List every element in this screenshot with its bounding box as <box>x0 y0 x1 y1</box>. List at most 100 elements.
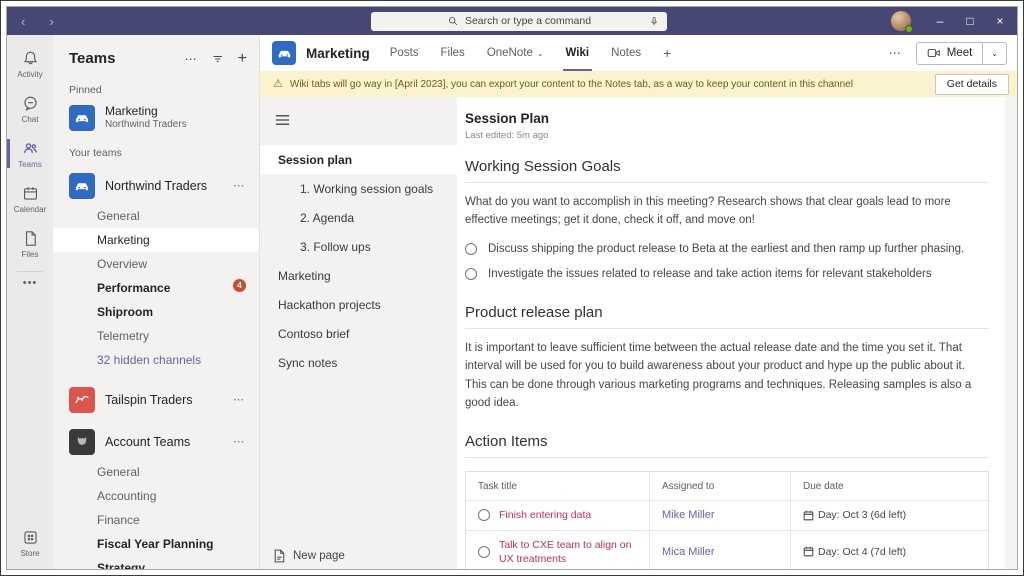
toc-item-sync-notes[interactable]: Sync notes <box>260 348 457 377</box>
section-heading-working-session-goals[interactable]: Working Session Goals <box>465 158 989 183</box>
channel-more-button[interactable]: ⋯ <box>889 46 902 60</box>
chat-icon <box>21 94 40 113</box>
user-avatar[interactable] <box>891 11 911 31</box>
team-avatar-tailspin-icon <box>69 387 95 413</box>
rail-item-activity[interactable]: Activity <box>7 41 53 86</box>
titlebar-right: – □ × <box>667 7 1017 35</box>
channel-fiscal-year-planning[interactable]: Fiscal Year Planning <box>53 532 259 556</box>
table-row: Talk to CXE team to align on UX treatmen… <box>466 530 988 569</box>
team-account-teams[interactable]: Account Teams ⋯ <box>53 424 259 460</box>
join-create-team-button[interactable]: + <box>238 51 247 67</box>
store-icon <box>21 528 40 547</box>
toc-item-working-session-goals[interactable]: 1. Working session goals <box>260 174 457 203</box>
channel-overview[interactable]: Overview <box>53 252 259 276</box>
team-name: Tailspin Traders <box>105 393 223 407</box>
close-button[interactable]: × <box>985 7 1015 35</box>
meet-dropdown-button[interactable]: ⌄ <box>983 43 1006 64</box>
assignee-link[interactable]: Mike Miller <box>662 509 715 521</box>
checkbox-circle[interactable] <box>465 243 477 255</box>
channel-finance[interactable]: Finance <box>53 508 259 532</box>
task-checkbox-circle[interactable] <box>478 546 490 558</box>
new-page-label: New page <box>293 550 345 562</box>
teams-panel-title: Teams <box>69 50 185 67</box>
toc-menu-icon[interactable] <box>275 113 290 131</box>
rail-item-chat[interactable]: Chat <box>7 86 53 131</box>
task-checkbox-circle[interactable] <box>478 509 490 521</box>
team-northwind-traders[interactable]: Northwind Traders ⋯ <box>53 168 259 204</box>
filter-icon[interactable] <box>211 52 225 66</box>
task-title-link[interactable]: Finish entering data <box>499 508 591 522</box>
team-tailspin-traders[interactable]: Tailspin Traders ⋯ <box>53 382 259 418</box>
teams-panel: Teams ⋯ + Pinned Marketing Northwind Tra… <box>53 35 260 569</box>
page-title: Session Plan <box>465 111 989 126</box>
mic-icon[interactable] <box>648 15 660 31</box>
channel-telemetry[interactable]: Telemetry <box>53 324 259 348</box>
forward-icon[interactable]: › <box>49 15 53 28</box>
action-items-table: Task title Assigned to Due date Finish e… <box>465 471 989 569</box>
rail-item-files[interactable]: Files <box>7 221 53 266</box>
tab-files[interactable]: Files <box>441 35 465 71</box>
rail-more-button[interactable]: ••• <box>7 277 53 289</box>
channel-strategy[interactable]: Strategy <box>53 556 259 570</box>
rail-item-store[interactable]: Store <box>7 520 53 565</box>
channel-marketing-selected[interactable]: Marketing <box>53 228 259 252</box>
checkbox-circle[interactable] <box>465 268 477 280</box>
channel-general[interactable]: General <box>53 460 259 484</box>
pinned-channel-team: Northwind Traders <box>105 119 187 132</box>
rail-item-teams[interactable]: Teams <box>7 131 53 176</box>
team-avatar-account-icon <box>69 429 95 455</box>
column-header-task-title: Task title <box>466 472 649 500</box>
new-page-button[interactable]: New page <box>273 549 345 563</box>
back-icon[interactable]: ‹ <box>21 15 25 28</box>
toc-item-session-plan[interactable]: Session plan <box>260 145 457 174</box>
due-date-value: Day: Oct 3 (6d left) <box>803 509 906 521</box>
app-rail: Activity Chat Teams Calendar Files ••• <box>7 35 53 569</box>
task-title-link[interactable]: Talk to CXE team to align on UX treatmen… <box>499 538 641 566</box>
rail-divider <box>17 271 43 272</box>
channel-performance[interactable]: Performance 4 <box>53 276 259 300</box>
team-more-button[interactable]: ⋯ <box>233 435 245 448</box>
get-details-button[interactable]: Get details <box>935 74 1009 95</box>
team-more-button[interactable]: ⋯ <box>233 393 245 406</box>
scrollbar-gutter[interactable] <box>1005 97 1017 569</box>
meet-button[interactable]: Meet ⌄ <box>916 42 1007 65</box>
toc-item-agenda[interactable]: 2. Agenda <box>260 203 457 232</box>
section-paragraph[interactable]: What do you want to accomplish in this m… <box>465 193 989 230</box>
tab-posts[interactable]: Posts <box>390 35 419 71</box>
team-avatar-northwind-icon <box>69 173 95 199</box>
channel-general[interactable]: General <box>53 204 259 228</box>
mention-badge: 4 <box>233 279 246 292</box>
section-paragraph[interactable]: It is important to leave sufficient time… <box>465 339 989 413</box>
section-heading-product-release-plan[interactable]: Product release plan <box>465 304 989 329</box>
channel-shiproom[interactable]: Shiproom <box>53 300 259 324</box>
tab-onenote[interactable]: OneNote⌄ <box>487 35 544 71</box>
main-area: Marketing Posts Files OneNote⌄ Wiki Note… <box>260 35 1017 569</box>
team-avatar-northwind-icon <box>69 105 95 131</box>
toc-item-contoso-brief[interactable]: Contoso brief <box>260 319 457 348</box>
teams-panel-header: Teams ⋯ + <box>53 35 259 75</box>
teams-more-button[interactable]: ⋯ <box>185 52 198 66</box>
tab-notes[interactable]: Notes <box>611 35 641 71</box>
channel-title: Marketing <box>306 46 370 61</box>
pinned-channel-marketing[interactable]: Marketing Northwind Traders <box>53 101 259 138</box>
section-heading-action-items[interactable]: Action Items <box>465 433 989 458</box>
search-input[interactable]: Search or type a command <box>371 12 667 31</box>
tab-wiki[interactable]: Wiki <box>566 35 590 71</box>
column-header-due-date: Due date <box>790 472 988 500</box>
rail-item-calendar[interactable]: Calendar <box>7 176 53 221</box>
channel-accounting[interactable]: Accounting <box>53 484 259 508</box>
toc-item-hackathon-projects[interactable]: Hackathon projects <box>260 290 457 319</box>
toc-item-marketing[interactable]: Marketing <box>260 261 457 290</box>
assignee-link[interactable]: Mica Miller <box>662 546 715 558</box>
hidden-channels-link[interactable]: 32 hidden channels <box>53 348 259 372</box>
teams-people-icon <box>21 139 40 158</box>
maximize-button[interactable]: □ <box>955 7 985 35</box>
warning-icon: ⚠ <box>273 79 283 90</box>
team-more-button[interactable]: ⋯ <box>233 179 245 192</box>
toc-item-follow-ups[interactable]: 3. Follow ups <box>260 232 457 261</box>
rail-label: Activity <box>17 70 42 79</box>
minimize-button[interactable]: – <box>925 7 955 35</box>
bell-icon <box>21 49 40 68</box>
rail-label: Teams <box>18 160 42 169</box>
add-tab-button[interactable]: + <box>663 45 671 61</box>
